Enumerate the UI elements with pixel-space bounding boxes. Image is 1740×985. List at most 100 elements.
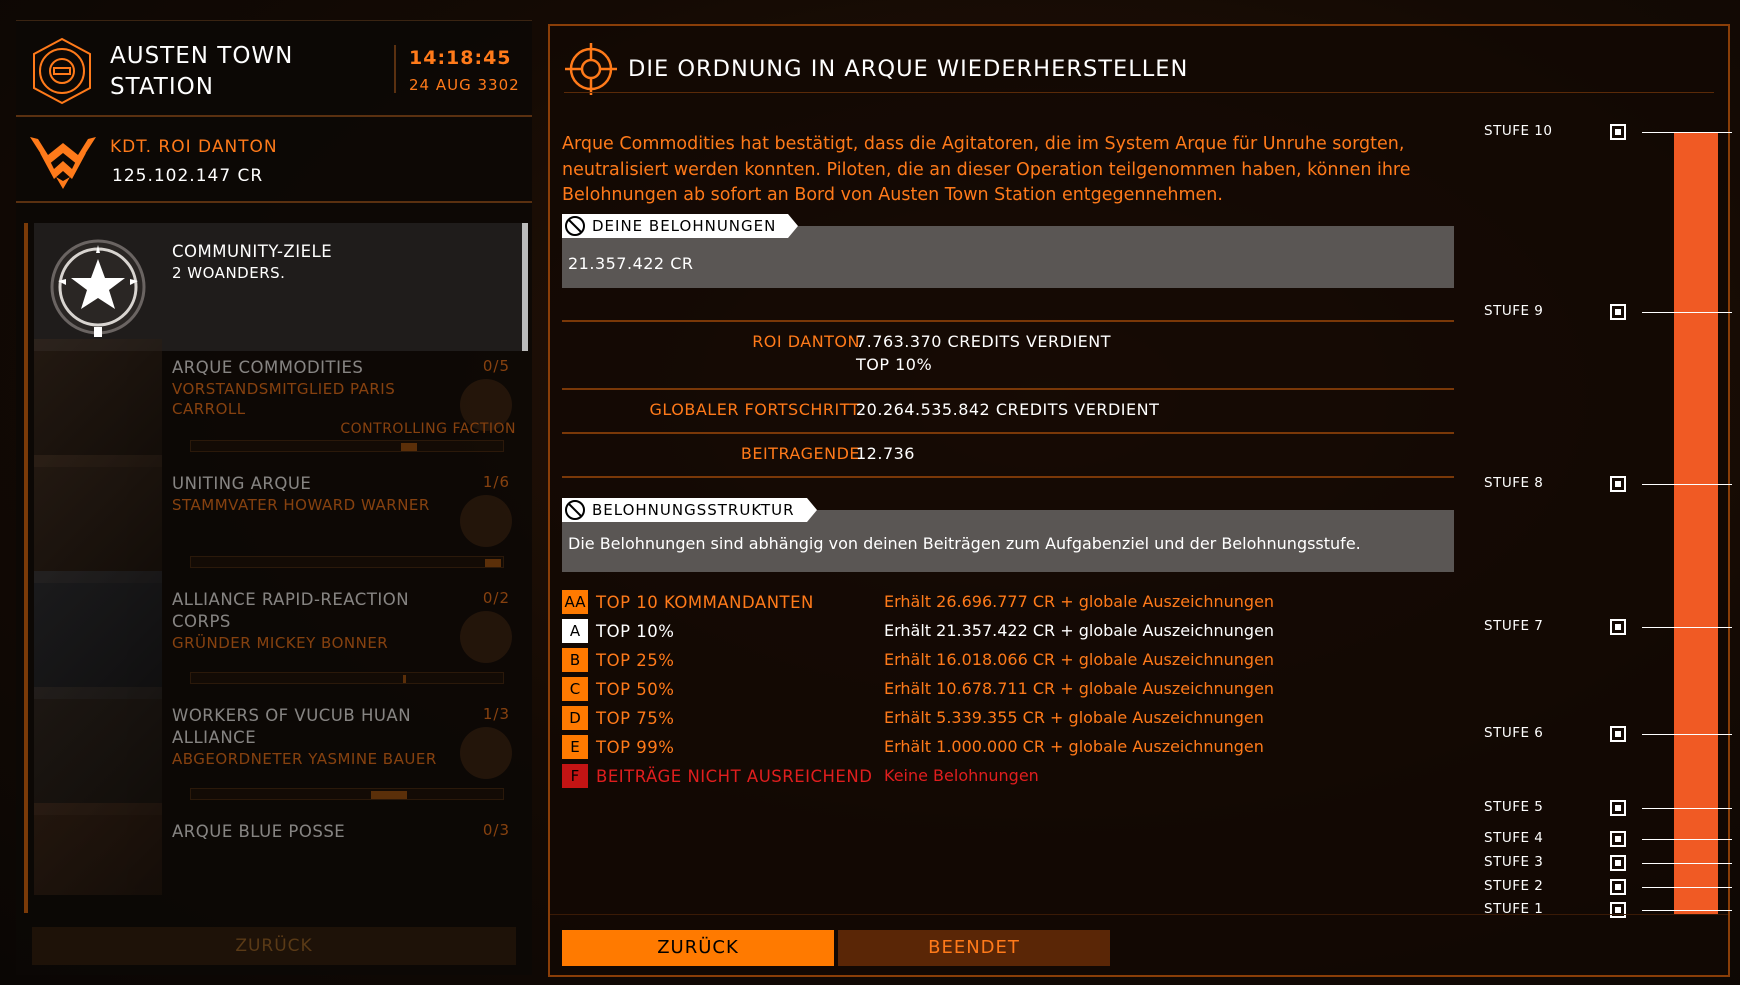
tier-row-current: A TOP 10% Erhält 21.357.422 CR + globale… [562,619,1462,645]
level-label: STUFE 8 [1484,475,1544,491]
tier-name: TOP 25% [596,651,675,670]
tier-reward: Erhält 5.339.355 CR + globale Auszeichnu… [884,708,1264,727]
level-reached-icon [1610,831,1626,847]
tier-row: D TOP 75% Erhält 5.339.355 CR + globale … [562,706,1462,732]
list-accent-bar [24,223,28,913]
divider [562,388,1454,390]
community-goals-list: COMMUNITY-ZIELE 2 WOANDERS. ARQUE COMMOD… [34,223,528,895]
tier-reward: Erhält 26.696.777 CR + globale Auszeichn… [884,592,1275,611]
faction-badge-icon [460,727,512,779]
portrait-avatar [34,803,162,895]
tier-reward: Erhält 21.357.422 CR + globale Auszeichn… [884,621,1275,640]
divider [562,320,1454,322]
footer-divider [550,914,1728,915]
finished-button[interactable]: BEENDET [838,930,1110,966]
level-progress-fill [1674,132,1718,914]
level-label: STUFE 7 [1484,618,1544,634]
progress-bar [190,440,504,452]
stat-label-commander: ROI DANTON [752,332,860,351]
mission-title: DIE ORDNUNG IN ARQUE WIEDERHERSTELLEN [628,56,1189,82]
level-reached-icon [1610,855,1626,871]
level-tick [1642,312,1732,313]
progress-bar [190,788,504,800]
tier-name: TOP 10% [596,622,675,641]
tier-row: C TOP 50% Erhält 10.678.711 CR + globale… [562,677,1462,703]
rewards-section-label: DEINE BELOHNUNGEN [592,217,777,235]
station-emblem-icon [33,37,91,105]
crosshair-target-icon [565,43,617,95]
community-goals-title: COMMUNITY-ZIELE [172,242,333,261]
combat-rank-icon [30,137,96,189]
tier-letter: E [562,735,588,759]
tier-reward: Erhält 1.000.000 CR + globale Auszeichnu… [884,737,1264,756]
faction-badge-icon [460,495,512,547]
level-reached-icon [1610,124,1626,140]
list-item-uniting-arque[interactable]: UNITING ARQUE 1/6 STAMMVATER HOWARD WARN… [34,455,528,583]
list-item-arque-blue-posse[interactable]: ARQUE BLUE POSSE 0/3 [34,803,528,895]
tier-name: TOP 50% [596,680,675,699]
progress-fill [371,791,407,799]
tier-name: TOP 75% [596,709,675,728]
level-tick [1642,627,1732,628]
level-label: STUFE 5 [1484,799,1544,815]
title-divider [564,92,1714,93]
list-item-count: 0/5 [482,357,510,375]
list-item-arque-commodities[interactable]: ARQUE COMMODITIES 0/5 VORSTANDSMITGLIED … [34,339,528,467]
tier-reward: Erhält 16.018.066 CR + globale Auszeichn… [884,650,1275,669]
commander-name: KDT. ROI DANTON [110,137,278,157]
level-label: STUFE 4 [1484,830,1544,846]
list-scrollbar[interactable] [522,223,528,351]
list-item-title: WORKERS OF VUCUB HUAN ALLIANCE [172,706,412,747]
list-item-count: 1/6 [482,473,510,491]
level-tick [1642,910,1732,911]
community-goals-badge [34,223,162,351]
tier-row: E TOP 99% Erhält 1.000.000 CR + globale … [562,735,1462,761]
tier-letter: F [562,764,588,788]
structure-section-tag: BELOHNUNGSSTRUKTUR [562,498,817,522]
list-item-contact: VORSTANDSMITGLIED PARIS CARROLL [172,380,396,418]
level-reached-icon [1610,800,1626,816]
back-button[interactable]: ZURÜCK [562,930,834,966]
list-item-title: UNITING ARQUE [172,474,312,493]
list-item-title: ARQUE BLUE POSSE [172,822,346,841]
star-badge-icon [50,239,146,337]
station-header: AUSTEN TOWN STATION 14:18:45 24 AUG 3302 [16,21,532,117]
divider [562,432,1454,434]
clock-time: 14:18:45 [409,47,512,69]
tier-row: B TOP 25% Erhält 16.018.066 CR + globale… [562,648,1462,674]
level-reached-icon [1610,726,1626,742]
progress-bar [190,556,504,568]
stat-value-commander: 7.763.370 CREDITS VERDIENT TOP 10% [856,330,1111,376]
stat-value-global: 20.264.535.842 CREDITS VERDIENT [856,400,1160,419]
level-tick [1642,839,1732,840]
tier-name: TOP 10 KOMMANDANTEN [596,593,814,612]
level-tick [1642,808,1732,809]
station-name-line2: STATION [110,74,214,100]
commander-credits: 125.102.147 CR [112,166,264,186]
level-reached-icon [1610,879,1626,895]
stat-value-line: TOP 10% [856,355,933,374]
left-back-button[interactable]: ZURÜCK [32,927,516,965]
mission-description: Arque Commodities hat bestätigt, dass di… [562,134,1411,205]
level-reached-icon [1610,304,1626,320]
list-item-community-goals[interactable]: COMMUNITY-ZIELE 2 WOANDERS. [34,223,528,351]
tier-reward: Keine Belohnungen [884,766,1039,785]
tier-letter: D [562,706,588,730]
list-item-vucub-huan[interactable]: WORKERS OF VUCUB HUAN ALLIANCE 1/3 ABGEO… [34,687,528,815]
list-item-alliance-corps[interactable]: ALLIANCE RAPID-REACTION CORPS 0/2 GRÜNDE… [34,571,528,699]
level-label: STUFE 3 [1484,854,1544,870]
tier-letter: C [562,677,588,701]
level-label: STUFE 9 [1484,303,1544,319]
tier-name: TOP 99% [596,738,675,757]
tier-letter: B [562,648,588,672]
community-goals-subtitle: 2 WOANDERS. [172,264,286,282]
commander-info: KDT. ROI DANTON 125.102.147 CR [16,119,532,203]
rewards-section-tag: DEINE BELOHNUNGEN [562,214,799,238]
level-reached-icon [1610,902,1626,918]
portrait-avatar [34,455,162,583]
mission-detail-panel: DIE ORDNUNG IN ARQUE WIEDERHERSTELLEN Ar… [548,24,1732,977]
list-item-count: 0/3 [482,821,510,839]
progress-fill [485,559,501,567]
tier-row: AA TOP 10 KOMMANDANTEN Erhält 26.696.777… [562,590,1462,616]
station-name-line1: AUSTEN TOWN [110,43,294,69]
